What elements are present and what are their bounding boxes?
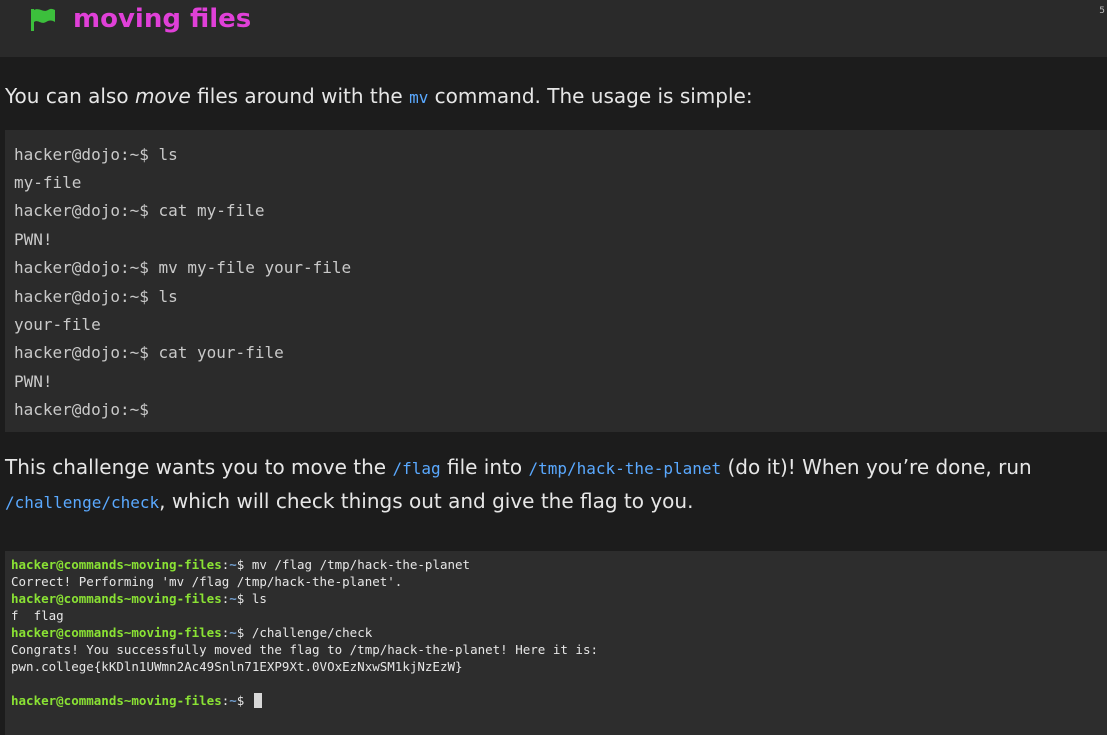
task-paragraph: This challenge wants you to move the /fl… [5, 451, 1032, 519]
task-text-2: file into [440, 455, 529, 479]
code-line: PWN! [14, 372, 53, 391]
prompt-dir: ~ [229, 625, 237, 640]
terminal-command-line: hacker@commands~moving-files:~$ mv /flag… [11, 557, 470, 573]
code-line: hacker@dojo:~$ ls [14, 145, 178, 164]
challenge-title[interactable]: moving files [73, 2, 251, 36]
intro-emphasis: move [134, 84, 191, 108]
code-line: hacker@dojo:~$ cat your-file [14, 343, 284, 362]
intro-text-3: command. The usage is simple: [428, 84, 753, 108]
terminal-output: Congrats! You successfully moved the fla… [11, 642, 598, 657]
example-code-block: hacker@dojo:~$ ls my-file hacker@dojo:~$… [5, 130, 1107, 432]
inline-code-flag: /flag [392, 459, 441, 478]
prompt-dir: ~ [229, 591, 237, 606]
terminal-command-line: hacker@commands~moving-files:~$ /challen… [11, 625, 372, 641]
command-text: /challenge/check [251, 625, 373, 640]
task-text-3: (do it)! When you’re done, run [721, 455, 1032, 479]
inline-code-mv: mv [409, 88, 429, 107]
task-line-2: /challenge/check, which will check thing… [5, 485, 1032, 519]
prompt-end: $ [236, 625, 252, 640]
prompt-user: hacker@commands~moving-files [11, 591, 222, 606]
code-line: hacker@dojo:~$ mv my-file your-file [14, 258, 352, 277]
prompt-user: hacker@commands~moving-files [11, 625, 222, 640]
task-text-4: , which will check things out and give t… [159, 489, 694, 513]
command-text: mv /flag /tmp/hack-the-planet [251, 557, 471, 572]
prompt-end: $ [236, 557, 252, 572]
inline-code-dest: /tmp/hack-the-planet [528, 459, 722, 478]
task-line-1: This challenge wants you to move the /fl… [5, 451, 1032, 485]
terminal-output: Correct! Performing 'mv /flag /tmp/hack-… [11, 574, 403, 589]
command-text: ls [251, 591, 267, 606]
terminal-output: f flag [11, 608, 64, 623]
terminal-flag-output: pwn.college{kKDln1UWmn2Ac49Snln71EXP9Xt.… [11, 659, 463, 674]
prompt-user: hacker@commands~moving-files [11, 557, 222, 572]
code-line: PWN! [14, 230, 53, 249]
inline-code-check: /challenge/check [5, 493, 160, 512]
prompt-end: $ [236, 591, 252, 606]
code-line: hacker@dojo:~$ cat my-file [14, 201, 265, 220]
terminal-cursor [253, 693, 262, 708]
code-line: hacker@dojo:~$ ls [14, 287, 178, 306]
intro-paragraph: You can also move files around with the … [5, 80, 753, 114]
prompt-dir: ~ [229, 693, 237, 708]
code-line: hacker@dojo:~$ [14, 400, 149, 419]
flag-icon [31, 8, 55, 31]
task-text-1: This challenge wants you to move the [5, 455, 393, 479]
prompt-user: hacker@commands~moving-files [11, 693, 222, 708]
corner-indicator: 5 [1099, 6, 1105, 16]
intro-text-1: You can also [5, 84, 135, 108]
code-line: my-file [14, 173, 82, 192]
challenge-header[interactable]: moving files 5 [0, 0, 1107, 57]
terminal-window[interactable]: hacker@commands~moving-files:~$ mv /flag… [5, 551, 1107, 735]
terminal-input-line[interactable]: hacker@commands~moving-files:~$ [11, 693, 262, 709]
code-line: your-file [14, 315, 101, 334]
terminal-command-line: hacker@commands~moving-files:~$ ls [11, 591, 267, 607]
intro-text-2: files around with the [190, 84, 410, 108]
prompt-end: $ [236, 693, 252, 708]
prompt-dir: ~ [229, 557, 237, 572]
